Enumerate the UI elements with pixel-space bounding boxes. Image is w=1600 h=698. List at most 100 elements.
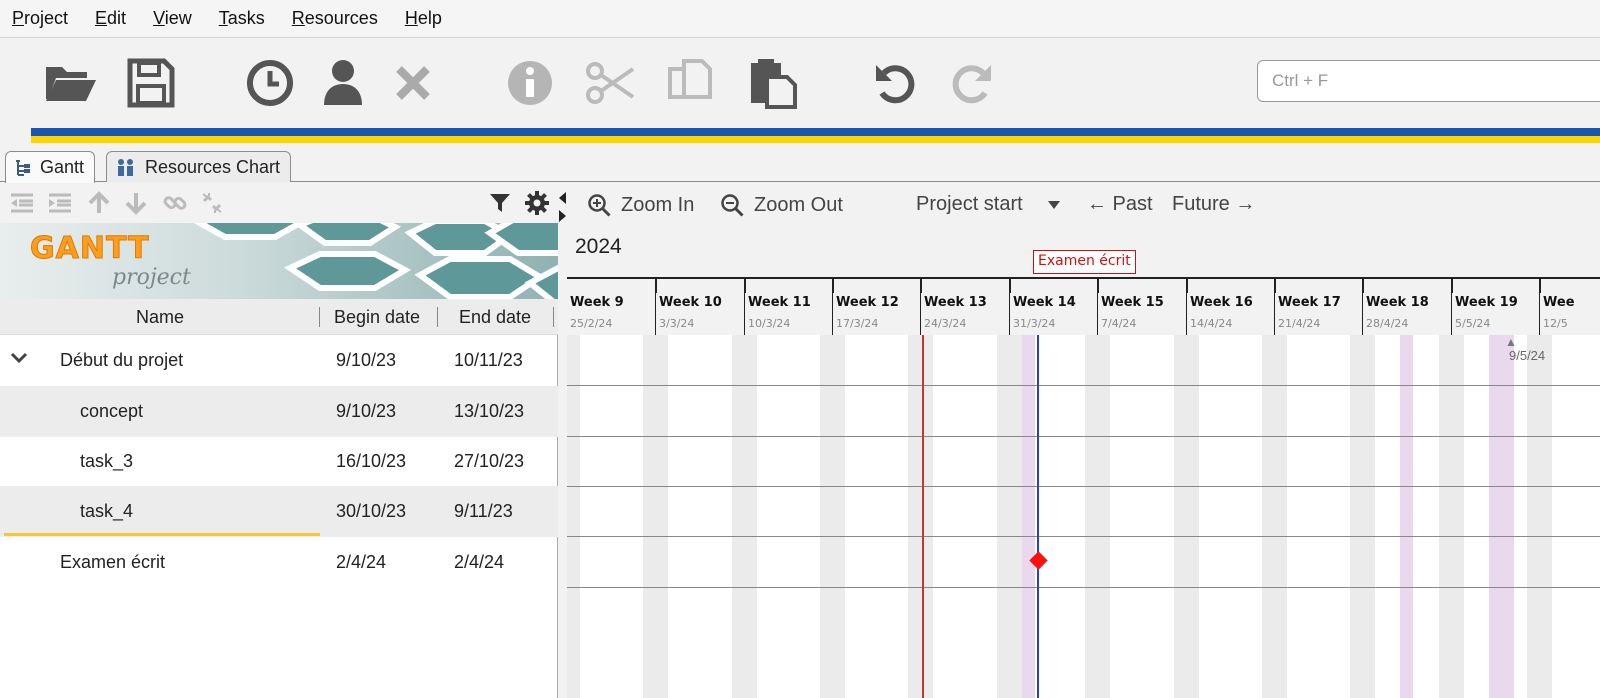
- holiday-column: [1400, 335, 1413, 698]
- filter-icon[interactable]: [486, 190, 514, 216]
- menu-help[interactable]: Help: [405, 8, 442, 29]
- week-label: Week 16: [1190, 295, 1253, 310]
- week-label: Week 11: [748, 295, 811, 310]
- week-tick: [1097, 279, 1099, 293]
- week-tick: [744, 279, 746, 293]
- link-icon[interactable]: [161, 190, 189, 216]
- paste-icon: [751, 59, 797, 109]
- delete-icon: [396, 66, 430, 100]
- task-row[interactable]: concept 9/10/23 13/10/23: [0, 386, 558, 437]
- task-end-date: 13/10/23: [454, 401, 525, 421]
- week-column: Week 11 10/3/24: [744, 279, 832, 337]
- unlink-icon[interactable]: [198, 190, 226, 216]
- weekend-column: [1262, 335, 1287, 698]
- weekend-column: [1174, 335, 1199, 698]
- task-end-date: 2/4/24: [454, 552, 505, 572]
- settings-gear-icon[interactable]: [523, 190, 551, 216]
- task-row[interactable]: task_3 16/10/23 27/10/23: [0, 436, 558, 487]
- tab-gantt[interactable]: Gantt: [5, 151, 96, 183]
- scroll-past-button[interactable]: ← Past: [1087, 193, 1153, 216]
- weekend-column: [1527, 335, 1552, 698]
- offscreen-task-triangle-icon[interactable]: ▲: [1505, 335, 1517, 349]
- offscreen-task-date: 9/5/24: [1509, 348, 1546, 363]
- menu-resources[interactable]: Resources: [292, 8, 378, 29]
- weekend-column: [997, 335, 1022, 698]
- menu-tasks[interactable]: Tasks: [219, 8, 265, 29]
- task-begin-date: 9/10/23: [336, 350, 397, 370]
- week-label: Wee: [1543, 295, 1575, 310]
- week-date: 14/4/24: [1190, 317, 1233, 330]
- week-column: Week 18 28/4/24: [1362, 279, 1450, 337]
- column-header-begin-date[interactable]: Begin date: [334, 307, 420, 328]
- cut-button[interactable]: [580, 53, 640, 113]
- menu-view[interactable]: View: [153, 8, 192, 29]
- task-end-date: 10/11/23: [454, 350, 523, 370]
- task-name: Examen écrit: [60, 552, 166, 572]
- column-divider[interactable]: [437, 307, 438, 327]
- logo-title: GANTT: [30, 231, 150, 267]
- paste-button[interactable]: [743, 53, 803, 113]
- chevron-down-icon[interactable]: [10, 349, 28, 370]
- scroll-future-button[interactable]: Future →: [1172, 193, 1255, 216]
- undo-button[interactable]: [866, 53, 926, 113]
- week-date: 24/3/24: [924, 317, 967, 330]
- outdent-icon[interactable]: [8, 190, 36, 216]
- delete-button[interactable]: [383, 53, 443, 113]
- drop-indicator: [4, 533, 320, 536]
- zoom-in-icon: [588, 194, 611, 217]
- week-date: 31/3/24: [1013, 317, 1056, 330]
- menubar: Project Edit View Tasks Resources Help: [0, 0, 1600, 38]
- accent-stripe-yellow: [31, 136, 1600, 143]
- task-name: task_3: [80, 451, 134, 471]
- menu-project[interactable]: Project: [12, 8, 68, 29]
- redo-button[interactable]: [941, 53, 1001, 113]
- search-input[interactable]: [1257, 60, 1600, 102]
- menu-edit[interactable]: Edit: [95, 8, 126, 29]
- zoom-out-button[interactable]: Zoom Out: [720, 193, 843, 217]
- move-up-icon[interactable]: [85, 190, 113, 216]
- week-date: 12/5: [1543, 317, 1568, 330]
- weekend-column: [643, 335, 668, 698]
- project-start-dropdown[interactable]: Project start: [916, 193, 1071, 216]
- week-date: 28/4/24: [1366, 317, 1409, 330]
- gantt-chart-panel: Zoom In Zoom Out Project start ← Past Fu…: [567, 183, 1600, 698]
- week-date: 10/3/24: [748, 317, 791, 330]
- week-label: Week 9: [570, 295, 624, 310]
- week-tick: [655, 279, 657, 293]
- new-resource-button[interactable]: [313, 53, 373, 113]
- week-tick: [1009, 279, 1011, 293]
- weekend-column: [908, 335, 933, 698]
- task-row[interactable]: Examen écrit 2/4/24 2/4/24: [0, 537, 558, 588]
- tab-resources-chart[interactable]: Resources Chart: [106, 151, 292, 182]
- save-button[interactable]: [121, 53, 181, 113]
- week-timeline: Week 9 25/2/24 Week 10 3/3/24 Week 11 10…: [567, 277, 1600, 337]
- week-tick: [832, 279, 834, 293]
- week-label: Week 10: [659, 295, 722, 310]
- column-header-end-date[interactable]: End date: [459, 307, 531, 328]
- task-row[interactable]: task_4 30/10/23 9/11/23: [0, 486, 558, 537]
- save-icon: [127, 58, 175, 108]
- panel-splitter[interactable]: [558, 190, 567, 231]
- column-divider[interactable]: [553, 307, 554, 327]
- week-date: 7/4/24: [1101, 317, 1137, 330]
- history-button[interactable]: [240, 53, 300, 113]
- open-project-button[interactable]: [40, 53, 100, 113]
- move-down-icon[interactable]: [122, 190, 150, 216]
- weekend-column: [1350, 335, 1375, 698]
- properties-button[interactable]: [500, 53, 560, 113]
- week-column: Week 13 24/3/24: [920, 279, 1008, 337]
- holiday-column: [1022, 335, 1035, 698]
- week-column: Week 17 21/4/24: [1274, 279, 1362, 337]
- task-row[interactable]: Début du projet 9/10/23 10/11/23: [0, 335, 558, 386]
- open-folder-icon: [46, 67, 96, 101]
- task-name: Début du projet: [60, 350, 184, 370]
- today-line: [922, 335, 924, 698]
- task-begin-date: 9/10/23: [336, 401, 397, 421]
- dropdown-arrow-icon: [1047, 200, 1060, 209]
- column-divider[interactable]: [319, 307, 320, 327]
- zoom-in-button[interactable]: Zoom In: [587, 193, 694, 217]
- column-header-name[interactable]: Name: [136, 307, 184, 328]
- ganttproject-logo: GANTT project: [30, 231, 191, 291]
- indent-icon[interactable]: [46, 190, 74, 216]
- copy-button[interactable]: [660, 53, 720, 113]
